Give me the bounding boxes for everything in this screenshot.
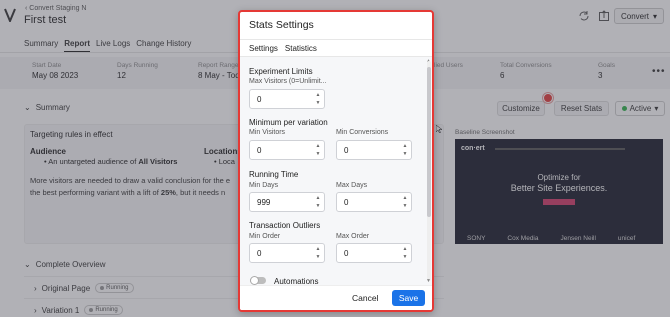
title-divider — [240, 39, 432, 40]
stats-settings-modal: Stats Settings Settings Statistics ▲ ▼ E… — [238, 10, 434, 312]
min-order-input[interactable]: 0 ▲ ▼ — [249, 243, 325, 263]
stepper-icon[interactable]: ▲ ▼ — [401, 246, 409, 261]
automations-toggle[interactable] — [250, 276, 266, 285]
transaction-outliers-heading: Transaction Outliers — [249, 221, 321, 230]
max-visitors-input[interactable]: 0 ▲ ▼ — [249, 89, 325, 109]
cancel-button[interactable]: Cancel — [352, 293, 378, 303]
min-conversions-input[interactable]: 0 ▲ ▼ — [336, 140, 412, 160]
experiment-limits-heading: Experiment Limits — [249, 67, 313, 76]
stepper-icon[interactable]: ▲ ▼ — [314, 143, 322, 158]
stepper-icon[interactable]: ▲ ▼ — [401, 195, 409, 210]
save-button[interactable]: Save — [392, 290, 425, 306]
stepper-icon[interactable]: ▲ ▼ — [314, 195, 322, 210]
scroll-down-icon[interactable]: ▼ — [426, 278, 431, 284]
toggle-knob — [250, 276, 259, 285]
max-order-label: Max Order — [336, 233, 370, 240]
stepper-icon[interactable]: ▲ ▼ — [314, 92, 322, 107]
max-order-input[interactable]: 0 ▲ ▼ — [336, 243, 412, 263]
max-days-label: Max Days — [336, 182, 368, 189]
max-visitors-label: Max Visitors (0=Unlimit... — [249, 78, 327, 85]
min-days-label: Min Days — [249, 182, 279, 189]
modal-footer: Cancel Save — [240, 285, 432, 310]
min-order-label: Min Order — [249, 233, 281, 240]
scrollbar-thumb[interactable] — [427, 67, 431, 217]
modal-scrollbar[interactable] — [427, 61, 431, 281]
stepper-icon[interactable]: ▲ ▼ — [314, 246, 322, 261]
max-days-input[interactable]: 0 ▲ ▼ — [336, 192, 412, 212]
stepper-icon[interactable]: ▲ ▼ — [401, 143, 409, 158]
modal-title: Stats Settings — [249, 19, 314, 31]
min-visitors-label: Min Visitors — [249, 129, 286, 136]
running-time-heading: Running Time — [249, 170, 299, 179]
min-visitors-input[interactable]: 0 ▲ ▼ — [249, 140, 325, 160]
min-per-variation-heading: Minimum per variation — [249, 118, 328, 127]
min-conversions-label: Min Conversions — [336, 129, 389, 136]
min-days-input[interactable]: 999 ▲ ▼ — [249, 192, 325, 212]
